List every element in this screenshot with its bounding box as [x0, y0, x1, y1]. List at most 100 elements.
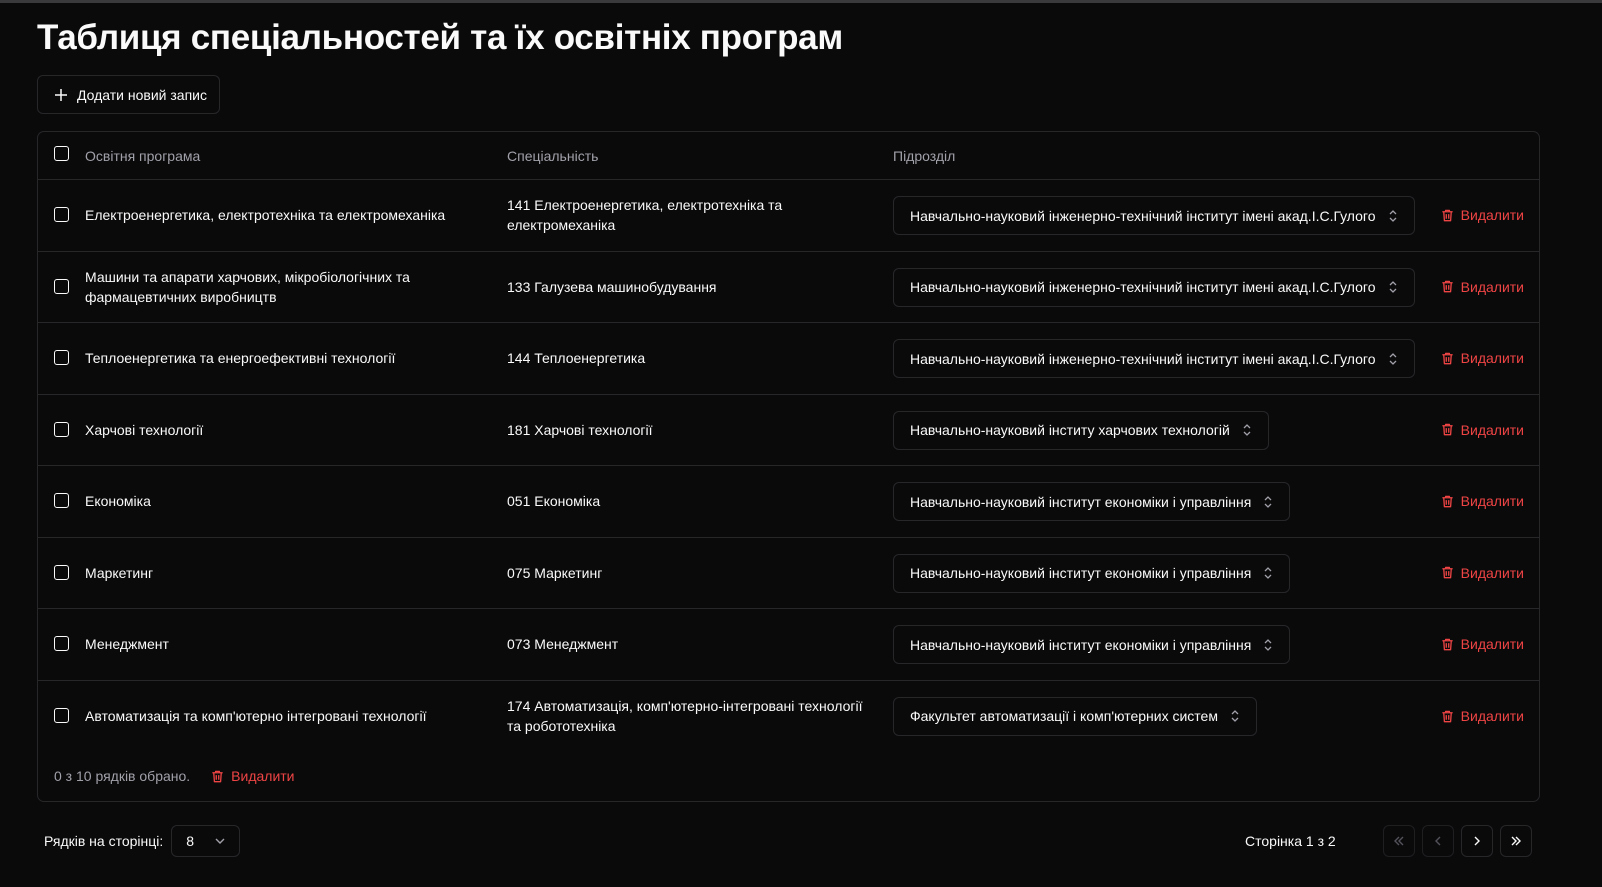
chevrons-right-icon: [1511, 836, 1521, 846]
department-select[interactable]: Навчально-науковий інститут економіки і …: [893, 553, 1291, 593]
specialty-text: 073 Менеджмент: [507, 636, 619, 653]
table-row: Харчові технології 181 Харчові технології…: [38, 395, 1539, 466]
program-text: Автоматизація та комп'ютерно інтегровані…: [85, 708, 427, 725]
delete-row-button[interactable]: Видалити: [1440, 538, 1524, 609]
row-checkbox[interactable]: [54, 421, 69, 437]
delete-row-button[interactable]: Видалити: [1440, 323, 1524, 394]
rows-per-page-label: Рядків на сторінці:: [44, 833, 164, 849]
department-select[interactable]: Факультет автоматизації і комп'ютерних с…: [893, 696, 1257, 736]
delete-label: Видалити: [1460, 636, 1524, 653]
trash-icon: [1442, 280, 1453, 293]
department-select[interactable]: Навчально-науковий інженерно-технічний і…: [893, 267, 1415, 307]
delete-label: Видалити: [1460, 207, 1524, 224]
department-value: Навчально-науковий інститут економіки і …: [910, 493, 1252, 510]
department-select[interactable]: Навчально-науковий інститут економіки і …: [893, 482, 1291, 521]
row-checkbox[interactable]: [54, 493, 69, 508]
delete-row-button[interactable]: Видалити: [1440, 395, 1524, 466]
header-program: Освітня програма: [85, 148, 201, 164]
delete-row-button[interactable]: Видалити: [1440, 681, 1524, 753]
chevron-up-down-icon: [1264, 638, 1272, 651]
table-header: Освітня програма Спеціальність Підрозділ: [38, 132, 1539, 180]
header-department: Підрозділ: [893, 148, 956, 164]
department-value: Навчально-науковий інженерно-технічний і…: [910, 279, 1376, 295]
program-cell: Менеджмент: [85, 609, 465, 680]
delete-row-button[interactable]: Видалити: [1440, 180, 1524, 251]
delete-row-button[interactable]: Видалити: [1440, 252, 1524, 323]
last-page-button[interactable]: [1500, 825, 1532, 857]
specialty-cell: 144 Теплоенергетика: [507, 323, 877, 394]
records-table: Освітня програма Спеціальність Підрозділ…: [37, 131, 1540, 802]
specialty-text: 144 Теплоенергетика: [507, 350, 646, 367]
selection-status: 0 з 10 рядків обрано.: [54, 768, 191, 784]
delete-label: Видалити: [1460, 421, 1524, 438]
row-checkbox[interactable]: [54, 707, 69, 723]
program-text: Електроенергетика, електротехніка та еле…: [85, 207, 446, 224]
row-checkbox[interactable]: [54, 350, 69, 365]
specialty-text: 075 Маркетинг: [507, 564, 603, 581]
program-text: Харчові технології: [85, 421, 204, 438]
rows-per-page: Рядків на сторінці: 8: [44, 825, 241, 857]
chevrons-left-icon: [1394, 836, 1404, 846]
trash-icon: [1442, 209, 1453, 222]
trash-icon: [1442, 710, 1453, 723]
delete-row-button[interactable]: Видалити: [1440, 466, 1524, 537]
specialty-cell: 141 Електроенергетика, електротехніка та…: [507, 180, 877, 251]
program-text: Економіка: [85, 493, 151, 510]
specialty-text: 133 Галузева машинобудування: [507, 278, 717, 295]
row-checkbox[interactable]: [54, 564, 69, 580]
department-select[interactable]: Навчально-науковий інститу харчових техн…: [893, 410, 1269, 450]
program-cell: Економіка: [85, 466, 465, 537]
specialty-cell: 073 Менеджмент: [507, 609, 877, 680]
chevron-down-icon: [215, 838, 225, 844]
department-select[interactable]: Навчально-науковий інженерно-технічний і…: [893, 339, 1415, 378]
specialty-cell: 174 Автоматизація, комп'ютерно-інтегрова…: [507, 681, 877, 753]
table-row: Автоматизація та комп'ютерно інтегровані…: [38, 681, 1539, 753]
header-specialty: Спеціальність: [507, 148, 599, 164]
specialty-text: 181 Харчові технології: [507, 421, 653, 438]
program-text: Теплоенергетика та енергоефективні техно…: [85, 350, 396, 367]
specialty-cell: 181 Харчові технології: [507, 395, 877, 466]
row-checkbox[interactable]: [54, 278, 69, 294]
next-page-button[interactable]: [1461, 825, 1493, 857]
specialty-cell: 051 Економіка: [507, 466, 877, 537]
plus-icon: [55, 88, 67, 101]
chevron-up-down-icon: [1389, 281, 1396, 293]
program-text: Машини та апарати харчових, мікробіологі…: [85, 268, 410, 305]
select-all-checkbox[interactable]: [54, 146, 69, 161]
bulk-delete-button[interactable]: Видалити: [210, 768, 295, 784]
row-checkbox[interactable]: [54, 207, 69, 222]
chevron-up-down-icon: [1243, 424, 1251, 436]
delete-label: Видалити: [1460, 564, 1524, 581]
prev-page-button[interactable]: [1422, 825, 1454, 857]
delete-row-button[interactable]: Видалити: [1440, 609, 1524, 680]
chevron-right-icon: [1474, 836, 1480, 846]
chevron-up-down-icon: [1389, 209, 1396, 222]
table-row: Економіка 051 Економіка Навчально-науковий…: [38, 466, 1539, 538]
row-checkbox[interactable]: [54, 636, 69, 651]
department-value: Навчально-науковий інженерно-технічний і…: [910, 350, 1376, 367]
specialty-text: 051 Економіка: [507, 493, 601, 510]
chevron-up-down-icon: [1264, 567, 1272, 579]
rows-per-page-select[interactable]: 8: [171, 825, 241, 857]
chevron-up-down-icon: [1264, 495, 1272, 508]
department-select[interactable]: Навчально-науковий інженерно-технічний і…: [893, 196, 1415, 235]
program-cell: Автоматизація та комп'ютерно інтегровані…: [85, 681, 465, 753]
program-text: Маркетинг: [85, 564, 154, 581]
department-value: Навчально-науковий інститут економіки і …: [910, 565, 1252, 581]
specialty-cell: 075 Маркетинг: [507, 538, 877, 609]
selection-footer: 0 з 10 рядків обрано. Видалити: [54, 768, 295, 784]
program-cell: Теплоенергетика та енергоефективні техно…: [85, 323, 465, 394]
trash-icon: [1442, 566, 1453, 579]
trash-icon: [1442, 423, 1453, 436]
program-cell: Електроенергетика, електротехніка та еле…: [85, 180, 465, 251]
add-record-button[interactable]: Додати новий запис: [37, 75, 220, 114]
specialty-text: 141 Електроенергетика, електротехніка та…: [507, 197, 783, 234]
trash-icon: [1442, 495, 1453, 508]
specialty-cell: 133 Галузева машинобудування: [507, 252, 877, 323]
department-value: Навчально-науковий інженерно-технічний і…: [910, 207, 1376, 224]
table-body: Електроенергетика, електротехніка та еле…: [38, 180, 1539, 752]
first-page-button[interactable]: [1383, 825, 1415, 857]
chevron-up-down-icon: [1389, 352, 1396, 365]
add-record-label: Додати новий запис: [77, 86, 207, 103]
department-select[interactable]: Навчально-науковий інститут економіки і …: [893, 625, 1291, 664]
